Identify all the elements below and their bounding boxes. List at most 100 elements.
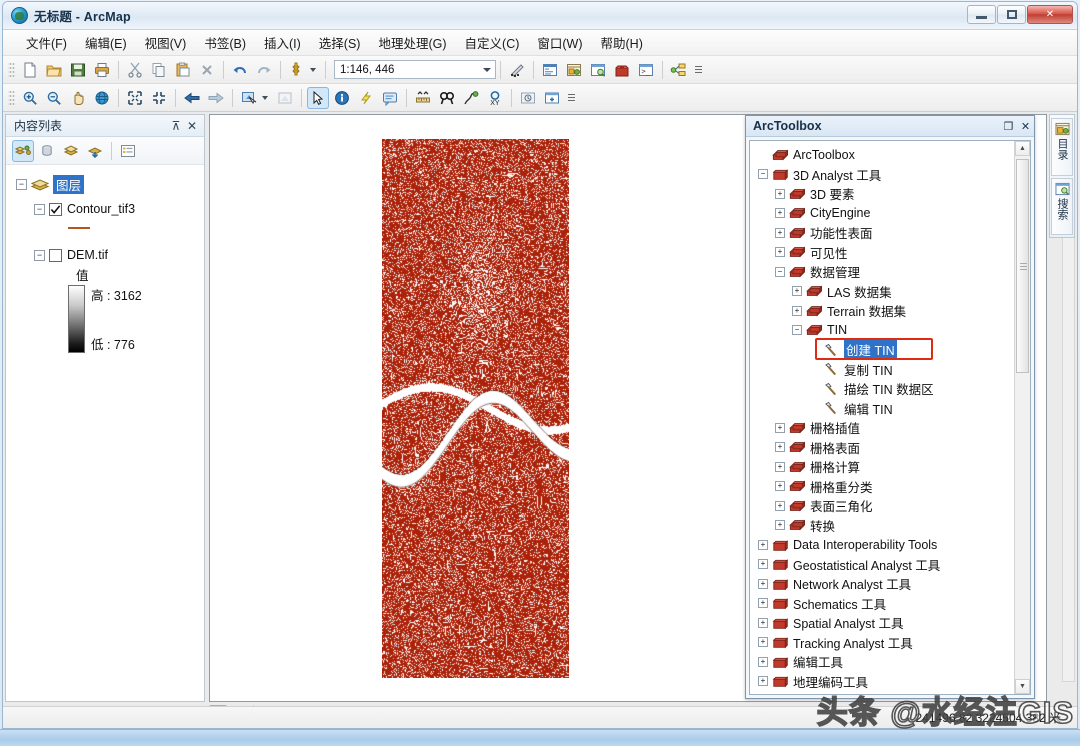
toolbox-tree-item[interactable]: + Geostatistical Analyst 工具 bbox=[750, 555, 1014, 575]
expand-icon[interactable]: + bbox=[775, 208, 785, 219]
toolbox-tree-item[interactable]: − TIN bbox=[750, 321, 1014, 341]
layer-visibility-checkbox[interactable] bbox=[49, 248, 62, 262]
toolbox-tree-item[interactable]: + Schematics 工具 bbox=[750, 594, 1014, 614]
toolbar-grip[interactable] bbox=[8, 60, 15, 79]
toolbox-tree-item[interactable]: + Network Analyst 工具 bbox=[750, 574, 1014, 594]
go-to-xy-icon[interactable]: XY bbox=[484, 87, 506, 109]
minimize-button[interactable] bbox=[967, 5, 996, 24]
expand-icon[interactable]: + bbox=[758, 617, 768, 628]
catalog-icon[interactable] bbox=[563, 59, 585, 81]
toolbox-tree-item[interactable]: +制图工具 bbox=[750, 691, 1014, 694]
modelbuilder-icon[interactable] bbox=[668, 59, 690, 81]
maximize-icon[interactable]: ❐ bbox=[1000, 119, 1017, 134]
toolbox-tree-item[interactable]: + 栅格表面 bbox=[750, 438, 1014, 458]
html-popup-icon[interactable] bbox=[379, 87, 401, 109]
toolbox-tree-item[interactable]: − 数据管理 bbox=[750, 262, 1014, 282]
expand-icon[interactable]: + bbox=[775, 500, 785, 511]
toolbox-tree-item[interactable]: + LAS 数据集 bbox=[750, 282, 1014, 302]
time-slider-icon[interactable] bbox=[517, 87, 539, 109]
toolbox-tree-item[interactable]: +3D 要素 bbox=[750, 184, 1014, 204]
paste-icon[interactable] bbox=[172, 59, 194, 81]
expand-icon[interactable]: + bbox=[775, 520, 785, 531]
expand-icon[interactable]: + bbox=[775, 481, 785, 492]
toolbox-tree-item[interactable]: + 可见性 bbox=[750, 243, 1014, 263]
expander-icon[interactable]: − bbox=[34, 203, 45, 215]
collapse-icon[interactable]: − bbox=[775, 266, 785, 277]
expand-icon[interactable]: + bbox=[758, 676, 768, 687]
open-folder-icon[interactable] bbox=[43, 59, 65, 81]
forward-extent-icon[interactable] bbox=[205, 87, 227, 109]
expand-icon[interactable]: + bbox=[758, 637, 768, 648]
table-of-contents-icon[interactable] bbox=[539, 59, 561, 81]
find-icon[interactable] bbox=[436, 87, 458, 109]
select-dropdown-arrow[interactable] bbox=[262, 95, 268, 100]
find-route-icon[interactable] bbox=[460, 87, 482, 109]
menu-bookmarks[interactable]: 书签(B) bbox=[195, 30, 255, 55]
list-by-visibility-icon[interactable] bbox=[60, 140, 82, 162]
toolbox-tree-item[interactable]: + Tracking Analyst 工具 bbox=[750, 633, 1014, 653]
list-by-drawing-order-icon[interactable] bbox=[12, 139, 34, 162]
list-by-selection-icon[interactable] bbox=[84, 140, 106, 162]
scroll-up-arrow-icon[interactable]: ▲ bbox=[1015, 141, 1030, 156]
toolbox-tree-item[interactable]: + 编辑工具 bbox=[750, 652, 1014, 672]
expand-icon[interactable]: + bbox=[775, 422, 785, 433]
toolbox-tree-item[interactable]: + 栅格重分类 bbox=[750, 477, 1014, 497]
menu-file[interactable]: 文件(F) bbox=[17, 30, 76, 55]
expand-icon[interactable]: + bbox=[758, 578, 768, 589]
menu-selection[interactable]: 选择(S) bbox=[310, 30, 370, 55]
delete-icon[interactable] bbox=[196, 59, 218, 81]
expand-icon[interactable]: + bbox=[758, 559, 768, 570]
collapse-icon[interactable]: − bbox=[792, 325, 802, 336]
toolbox-tree-item[interactable]: + 功能性表面 bbox=[750, 223, 1014, 243]
pan-icon[interactable] bbox=[67, 87, 89, 109]
save-icon[interactable] bbox=[67, 59, 89, 81]
menu-view[interactable]: 视图(V) bbox=[136, 30, 196, 55]
menu-help[interactable]: 帮助(H) bbox=[592, 30, 652, 55]
select-features-icon[interactable] bbox=[238, 87, 260, 109]
expand-icon[interactable]: + bbox=[758, 539, 768, 550]
tools-toolbar-grip[interactable] bbox=[8, 88, 15, 107]
collapse-icon[interactable]: − bbox=[758, 169, 768, 180]
search-icon[interactable] bbox=[587, 59, 609, 81]
undo-icon[interactable] bbox=[229, 59, 251, 81]
hyperlink-icon[interactable] bbox=[355, 87, 377, 109]
menu-geoprocessing[interactable]: 地理处理(G) bbox=[369, 30, 455, 55]
arctoolbox-icon[interactable] bbox=[611, 59, 633, 81]
expand-icon[interactable]: + bbox=[792, 305, 802, 316]
menu-window[interactable]: 窗口(W) bbox=[528, 30, 591, 55]
new-document-icon[interactable] bbox=[19, 59, 41, 81]
map-vertical-scrollbar[interactable] bbox=[1062, 220, 1075, 682]
toolbar-overflow-button[interactable] bbox=[693, 59, 704, 81]
expand-icon[interactable]: + bbox=[758, 656, 768, 667]
zoom-in-icon[interactable] bbox=[19, 87, 41, 109]
add-data-dropdown-arrow[interactable] bbox=[310, 67, 316, 72]
select-elements-icon[interactable] bbox=[307, 86, 329, 109]
toolbox-tree-item[interactable]: + Terrain 数据集 bbox=[750, 301, 1014, 321]
expand-icon[interactable]: + bbox=[775, 247, 785, 258]
tools-overflow-button[interactable] bbox=[566, 87, 577, 109]
redo-icon[interactable] bbox=[253, 59, 275, 81]
toolbox-tree-item[interactable]: + 地理编码工具 bbox=[750, 672, 1014, 692]
full-extent-icon[interactable] bbox=[91, 87, 113, 109]
chevron-down-icon[interactable] bbox=[483, 68, 491, 72]
toolbox-tree-item[interactable]: 创建 TIN bbox=[750, 338, 1014, 360]
measure-icon[interactable] bbox=[412, 87, 434, 109]
close-button[interactable]: ✕ bbox=[1027, 5, 1073, 24]
toolbox-tree-item[interactable]: + Data Interoperability Tools bbox=[750, 535, 1014, 555]
close-icon[interactable]: ✕ bbox=[184, 118, 200, 134]
editor-toolbar-icon[interactable] bbox=[506, 59, 528, 81]
toolbox-tree-item[interactable]: + 转换 bbox=[750, 516, 1014, 536]
fixed-zoom-in-icon[interactable] bbox=[124, 87, 146, 109]
toc-layer-contour[interactable]: − Contour_tif3 bbox=[6, 199, 204, 219]
list-by-source-icon[interactable] bbox=[36, 140, 58, 162]
menu-edit[interactable]: 编辑(E) bbox=[76, 30, 136, 55]
toc-root-row[interactable]: − 图层 bbox=[6, 174, 204, 194]
arctoolbox-vertical-scrollbar[interactable]: ▲ ▼ bbox=[1014, 141, 1030, 694]
dock-tab-catalog[interactable]: 目录 bbox=[1051, 118, 1073, 176]
toolbox-tree-item[interactable]: − 3D Analyst 工具 bbox=[750, 165, 1014, 185]
menu-insert[interactable]: 插入(I) bbox=[255, 30, 310, 55]
maximize-button[interactable] bbox=[997, 5, 1026, 24]
dock-tab-search[interactable]: 搜索 bbox=[1051, 177, 1073, 235]
layer-visibility-checkbox[interactable] bbox=[49, 202, 62, 216]
options-icon[interactable] bbox=[117, 140, 139, 162]
